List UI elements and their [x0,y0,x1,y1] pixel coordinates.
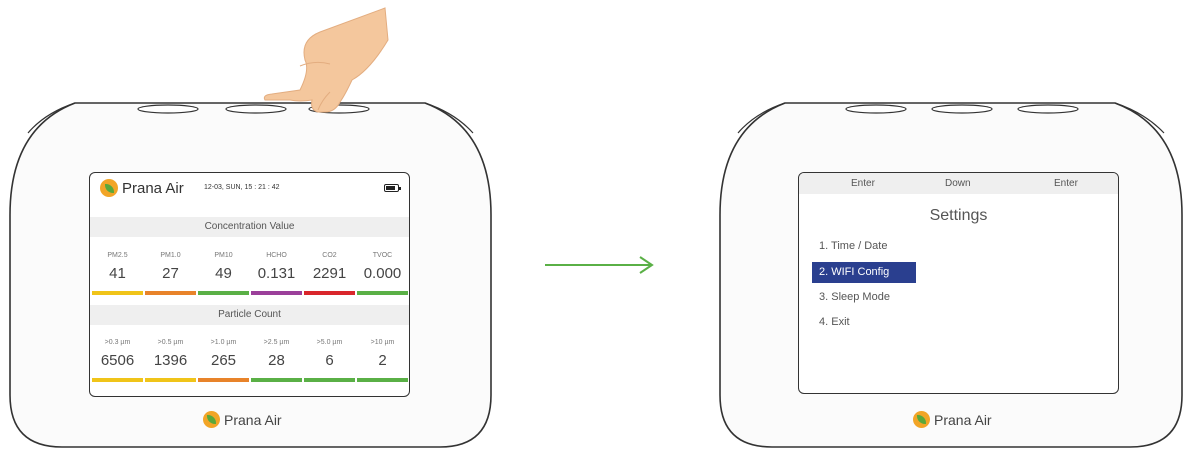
metric-value: 49 [215,265,232,282]
metric-value: 27 [162,265,179,282]
settings-title: Settings [929,207,988,224]
level-bar [92,378,143,382]
level-bar [198,291,249,295]
metric-label: HCHO [266,252,287,259]
metric-value: 0.000 [363,265,402,282]
left-screen: Prana Air 12-03, SUN, 15 : 21 : 42 Conce… [89,172,410,397]
leaf-icon [100,179,118,197]
left-screen-header: Prana Air 12-03, SUN, 15 : 21 : 42 [90,173,409,207]
metric-cell: PM2.5 41 [92,249,143,295]
level-bar [251,378,302,382]
menu-item-wifi-config[interactable]: 2. WIFI Config [812,262,916,283]
particle-value: 2 [378,352,387,369]
metric-cell: PM10 49 [198,249,249,295]
hand-icon [263,7,389,113]
metric-cell: HCHO 0.131 [251,249,302,295]
level-bar [145,291,196,295]
level-bar [198,378,249,382]
particle-label: >1.0 µm [210,339,237,346]
metric-label: PM10 [214,252,233,259]
particle-header: Particle Count [90,305,409,325]
particle-label: >0.5 µm [157,339,184,346]
menu-item-sleep-mode[interactable]: 3. Sleep Mode [812,287,896,308]
hint-down: Down [945,178,971,189]
level-bar [304,378,355,382]
particle-cell: >1.0 µm 265 [198,336,249,382]
right-button-2 [931,104,993,114]
concentration-header: Concentration Value [90,217,409,237]
metric-value: 2291 [312,265,347,282]
metric-cell: CO2 2291 [304,249,355,295]
metric-label: PM1.0 [160,252,181,259]
metric-label: PM2.5 [107,252,128,259]
arrow-right-icon [545,256,654,274]
level-bar [145,378,196,382]
level-bar [92,291,143,295]
right-footer-logo: Prana Air [913,411,992,428]
right-button-1 [845,104,907,114]
particle-cell: >2.5 µm 28 [251,336,302,382]
particle-label: >2.5 µm [263,339,290,346]
particle-label: >0.3 µm [104,339,131,346]
particle-cell: >10 µm 2 [357,336,408,382]
hint-enter-right: Enter [1054,178,1078,189]
particle-value: 265 [210,352,237,369]
concentration-row: PM2.5 41 PM1.0 27 PM10 49 HCHO 0.131 CO2 2291… [92,249,408,295]
particle-row: >0.3 µm 6506 >0.5 µm 1396 >1.0 µm 265 >2.5 … [92,336,408,382]
particle-label: >10 µm [370,339,395,346]
right-button-3 [1017,104,1079,114]
particle-label: >5.0 µm [316,339,343,346]
particle-value: 28 [268,352,285,369]
leaf-icon [203,411,220,428]
button-hints-bar: Enter Down Enter [799,173,1118,194]
battery-icon [384,184,401,192]
metric-cell: PM1.0 27 [145,249,196,295]
hint-enter-left: Enter [851,178,875,189]
particle-value: 6 [325,352,334,369]
particle-cell: >5.0 µm 6 [304,336,355,382]
leaf-icon [913,411,930,428]
metric-value: 41 [109,265,126,282]
particle-cell: >0.5 µm 1396 [145,336,196,382]
level-bar [251,291,302,295]
particle-cell: >0.3 µm 6506 [92,336,143,382]
menu-item-time-date[interactable]: 1. Time / Date [812,236,893,257]
menu-item-exit[interactable]: 4. Exit [812,312,856,333]
datetime: 12-03, SUN, 15 : 21 : 42 [204,184,280,191]
particle-value: 1396 [153,352,188,369]
brand-logo: Prana Air [100,179,184,197]
metric-cell: TVOC 0.000 [357,249,408,295]
brand-name: Prana Air [122,179,184,197]
left-button-2 [225,104,287,114]
left-footer-logo: Prana Air [203,411,282,428]
level-bar [357,291,408,295]
metric-label: TVOC [372,252,393,259]
footer-brand: Prana Air [224,411,282,428]
left-button-1 [137,104,199,114]
level-bar [357,378,408,382]
level-bar [304,291,355,295]
metric-label: CO2 [322,252,337,259]
metric-value: 0.131 [257,265,296,282]
right-screen: Enter Down Enter Settings 1. Time / Date… [798,172,1119,394]
particle-value: 6506 [100,352,135,369]
footer-brand: Prana Air [934,411,992,428]
